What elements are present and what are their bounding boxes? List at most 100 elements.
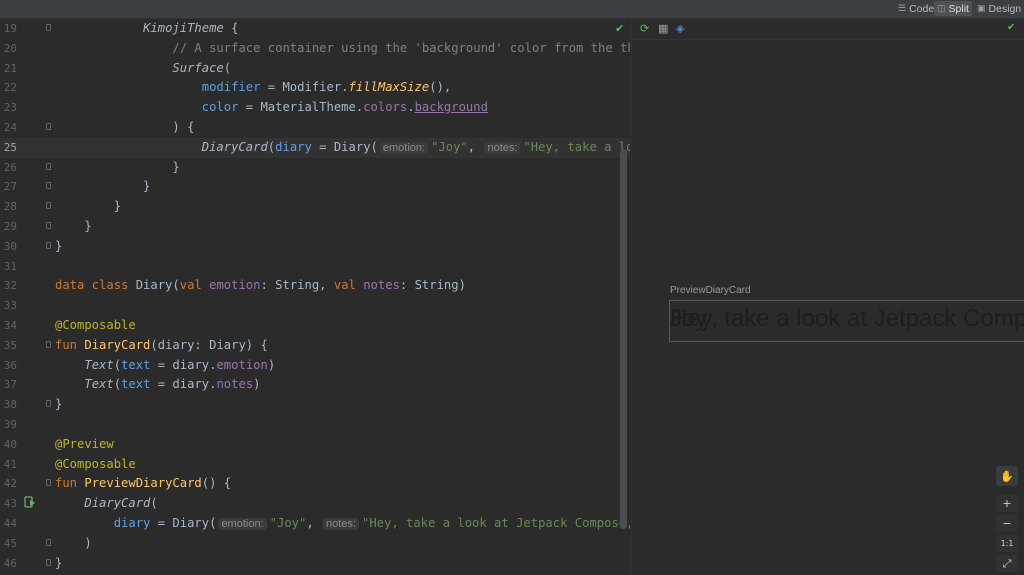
line-number: 32: [3, 279, 17, 293]
code-line[interactable]: 40 @Preview: [0, 435, 630, 455]
line-number: 44: [3, 517, 17, 530]
build-ok-icon: ✔: [1007, 22, 1016, 33]
code-line[interactable]: 20 // A surface container using the 'bac…: [0, 39, 630, 59]
line-number: 20: [3, 41, 17, 55]
layout-icon[interactable]: ▦: [658, 23, 668, 34]
fold-marker-icon[interactable]: [46, 123, 51, 130]
code-line[interactable]: 41 @Composable: [0, 455, 630, 475]
preview-toolbar: ⟳ ▦ ◈ ✔: [632, 19, 1024, 40]
editor-scrollbar[interactable]: [620, 149, 627, 529]
zoom-in-button[interactable]: +: [996, 495, 1018, 512]
code-line[interactable]: 39: [0, 415, 630, 435]
code-line[interactable]: 28 }: [0, 197, 630, 217]
split-view-icon: ◫: [937, 3, 946, 13]
code-text: }: [55, 199, 122, 214]
code-text: }: [55, 555, 63, 570]
code-text: Text(text = diary.emotion): [84, 357, 276, 372]
code-line[interactable]: 27 }: [0, 177, 630, 197]
code-text: }: [55, 397, 63, 412]
fold-marker-icon[interactable]: [46, 558, 51, 566]
fold-marker-icon[interactable]: [46, 162, 51, 170]
preview-text-notes: Hey, take a look at Jetpack Compose: [670, 305, 1024, 332]
code-line[interactable]: 36 Text(text = diary.emotion): [0, 356, 630, 376]
code-text: fun PreviewDiaryCard() {: [55, 476, 232, 491]
line-number: 37: [3, 378, 17, 392]
code-line[interactable]: 38}: [0, 395, 630, 415]
code-text: }: [55, 219, 92, 233]
fold-marker-icon[interactable]: [46, 400, 51, 408]
code-text: ): [55, 535, 92, 550]
line-number: 45: [3, 536, 17, 550]
code-line[interactable]: 43 DiaryCard(: [0, 494, 630, 514]
code-line[interactable]: 24 ) {: [0, 118, 630, 138]
code-line[interactable]: 26 }: [0, 158, 630, 178]
code-line[interactable]: 25 DiaryCard(diary = Diary(emotion: "Joy"…: [0, 137, 630, 158]
code-line[interactable]: 37 Text(text = diary.notes): [0, 375, 630, 395]
code-line[interactable]: 29 }: [0, 217, 630, 237]
split-view-label: Split: [948, 2, 969, 15]
code-line[interactable]: 33: [0, 296, 630, 316]
compose-preview-panel: ⟳ ▦ ◈ ✔ PreviewDiaryCard Joy Hey, take a…: [631, 19, 1024, 575]
code-editor[interactable]: 19 KimojiTheme {20 // A surface containe…: [0, 19, 630, 575]
fold-marker-icon[interactable]: [46, 479, 51, 487]
split-view-button[interactable]: ◫ Split: [934, 1, 972, 16]
code-line[interactable]: 31: [0, 257, 630, 277]
line-number: 39: [3, 418, 17, 431]
code-line[interactable]: 34 @Composable: [0, 316, 630, 336]
code-text: }: [55, 238, 63, 253]
code-text: @Composable: [55, 318, 136, 332]
fold-marker-icon[interactable]: [46, 202, 51, 210]
fold-marker-icon[interactable]: [46, 241, 51, 249]
code-line[interactable]: 30}: [0, 237, 630, 257]
line-number: 26: [3, 160, 17, 174]
view-mode-toolbar: ☰ Code ◫ Split ▣ Design: [0, 0, 1024, 19]
line-number: 27: [3, 180, 17, 194]
pan-hand-button[interactable]: ✋: [996, 466, 1018, 486]
code-text: Text(text = diary.notes): [84, 377, 261, 392]
code-text: @Preview: [55, 436, 114, 451]
line-number: 30: [3, 239, 17, 253]
line-number: 22: [3, 81, 17, 95]
layers-icon[interactable]: ◈: [676, 23, 684, 34]
line-number: 40: [3, 437, 17, 451]
zoom-out-button[interactable]: −: [996, 515, 1018, 532]
design-view-button[interactable]: ▣ Design: [974, 1, 1024, 16]
fold-marker-icon[interactable]: [46, 24, 51, 31]
code-text: KimojiTheme {: [143, 21, 239, 35]
fold-marker-icon[interactable]: [46, 538, 51, 546]
fold-marker-icon[interactable]: [46, 182, 51, 190]
fold-marker-icon[interactable]: [46, 222, 51, 229]
design-view-label: Design: [988, 2, 1022, 15]
fold-marker-icon[interactable]: [46, 340, 51, 348]
code-line[interactable]: 42 fun PreviewDiaryCard() {: [0, 474, 630, 494]
code-line[interactable]: 22 modifier = Modifier.fillMaxSize(),: [0, 78, 630, 98]
zoom-fit-button[interactable]: ⤢: [996, 555, 1018, 572]
image-icon: ▣: [977, 3, 986, 13]
code-text: @Composable: [55, 456, 136, 471]
refresh-icon[interactable]: ⟳: [640, 23, 649, 34]
code-text: ) {: [55, 120, 195, 134]
run-preview-gutter-icon[interactable]: [24, 496, 36, 508]
code-text: Surface(: [172, 60, 232, 75]
line-number: 29: [3, 220, 17, 233]
zoom-actual-size-button[interactable]: 1:1: [996, 535, 1018, 552]
line-number: 31: [3, 259, 17, 273]
code-line[interactable]: 45 ): [0, 534, 630, 554]
line-number: 34: [3, 319, 17, 332]
code-lines-icon: ☰: [898, 3, 907, 13]
code-text: color = MaterialTheme.colors.background: [201, 100, 488, 115]
code-line[interactable]: 23 color = MaterialTheme.colors.backgrou…: [0, 98, 630, 118]
code-view-button[interactable]: ☰ Code: [895, 1, 937, 16]
code-line[interactable]: 46}: [0, 554, 630, 574]
code-text: diary = Diary(emotion: "Joy", notes: "Hey,…: [113, 516, 630, 530]
code-line[interactable]: 19 KimojiTheme {: [0, 19, 630, 39]
line-number: 28: [3, 200, 17, 214]
line-number: 21: [3, 61, 17, 75]
code-text: DiaryCard(: [84, 496, 158, 511]
code-line[interactable]: 32 data class Diary(val emotion: String, …: [0, 276, 630, 296]
preview-render-frame[interactable]: Joy Hey, take a look at Jetpack Compose: [669, 300, 1024, 342]
code-line[interactable]: 35 fun DiaryCard(diary: Diary) {: [0, 336, 630, 356]
code-line[interactable]: 44 diary = Diary(emotion: "Joy", notes: "H…: [0, 514, 630, 534]
code-line[interactable]: 21 Surface(: [0, 59, 630, 79]
line-number: 43: [3, 497, 17, 511]
